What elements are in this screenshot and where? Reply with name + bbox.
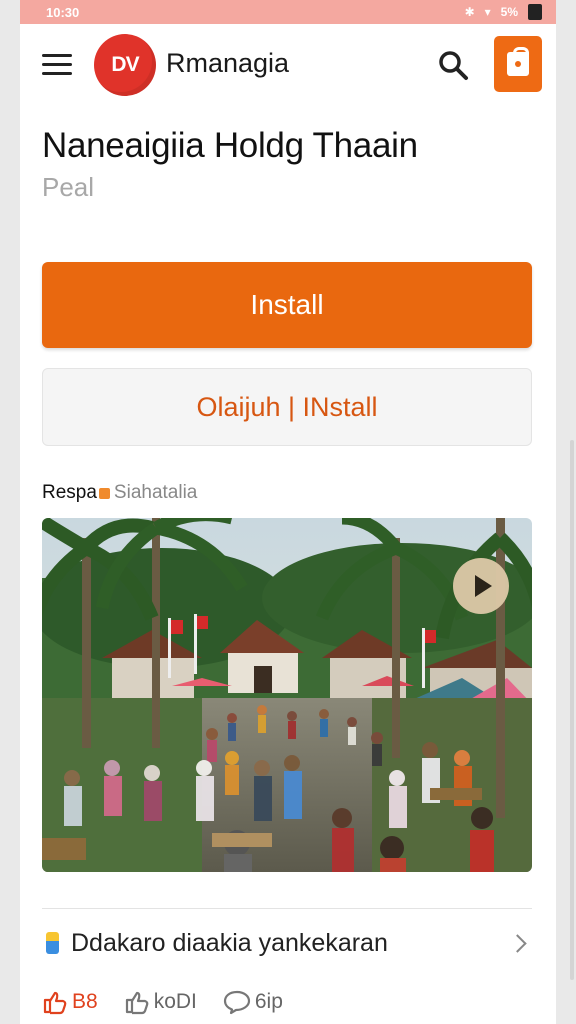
play-icon: [475, 575, 492, 597]
section-label-secondary: Siahatalia: [113, 482, 198, 503]
menu-icon[interactable]: [42, 54, 72, 76]
app-header: DV Rmanagia: [20, 24, 556, 104]
media-section-label: Respa Siahatalia: [42, 482, 197, 504]
status-icons: ✱ ▾ 5%: [465, 4, 542, 20]
brand-logo[interactable]: DV: [94, 34, 156, 96]
brand-name: Rmanagia: [166, 48, 290, 78]
info-icon: [46, 932, 59, 954]
section-label-primary: Respa: [42, 482, 97, 503]
wifi-icon: ▾: [484, 5, 491, 19]
comment-button[interactable]: 6ip: [223, 989, 283, 1015]
battery-percent: 5%: [500, 5, 518, 19]
install-button[interactable]: Install: [42, 262, 532, 348]
status-bar: 10:30 ✱ ▾ 5%: [20, 0, 556, 24]
bluetooth-icon: ✱: [464, 5, 475, 19]
like-button[interactable]: B8: [42, 989, 98, 1015]
battery-icon: [528, 4, 542, 20]
app-title: Naneaigiia Holdg Thaain: [42, 126, 418, 165]
logo-text: DV: [111, 53, 139, 76]
scrollbar[interactable]: [570, 440, 574, 980]
play-button[interactable]: [453, 558, 509, 614]
comment-icon: [223, 990, 250, 1015]
list-item-label: Ddakaro diaakia yankekaran: [71, 928, 388, 957]
status-time: 10:30: [46, 4, 80, 20]
store-button[interactable]: [494, 36, 542, 92]
app-subtitle: Peal: [42, 172, 95, 202]
thumbs-icon: [125, 991, 149, 1015]
video-thumbnail[interactable]: [42, 518, 532, 872]
divider: [42, 908, 532, 909]
share-button[interactable]: koDI: [124, 989, 197, 1015]
chevron-right-icon: [508, 933, 527, 953]
search-icon[interactable]: [436, 48, 470, 82]
secondary-install-button[interactable]: Olaijuh | INstall: [42, 368, 532, 446]
section-badge-icon: [98, 487, 110, 499]
comment-label: 6ip: [254, 990, 283, 1013]
thumbs-up-icon: [43, 991, 67, 1015]
shopping-bag-icon: [507, 47, 529, 76]
list-item[interactable]: Ddakaro diaakia yankekaran: [42, 922, 532, 964]
like-count: B8: [72, 990, 98, 1013]
action-bar: B8 koDI 6ip: [42, 984, 532, 1020]
app-page: DV Rmanagia Naneaigiia Holdg Thaain Peal…: [20, 24, 556, 1024]
share-label: koDI: [153, 990, 197, 1013]
